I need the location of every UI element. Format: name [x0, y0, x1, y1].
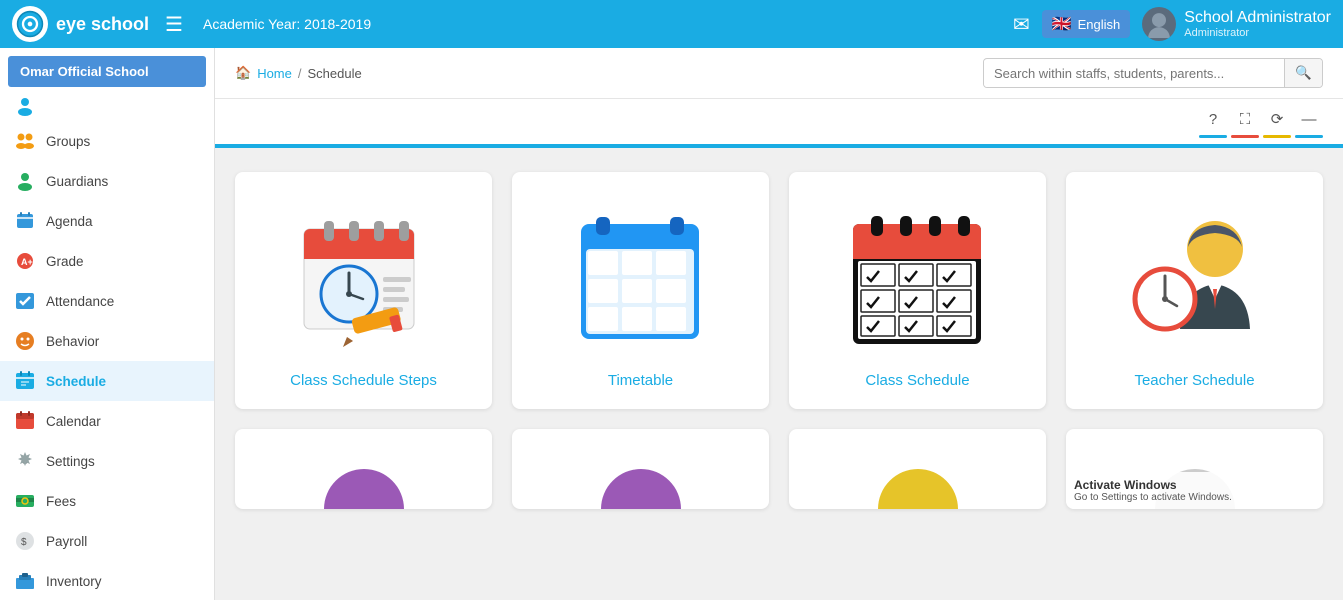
mail-icon[interactable]: ✉ [1013, 12, 1030, 37]
sidebar-label-inventory: Inventory [46, 574, 102, 589]
sidebar-item-payroll[interactable]: $ Payroll [0, 521, 214, 561]
sidebar-item-guardians[interactable]: Guardians [0, 161, 214, 201]
language-label: English [1078, 17, 1121, 32]
agenda-icon [14, 210, 36, 232]
breadcrumb-bar: 🏠 Home / Schedule 🔍 [215, 48, 1343, 99]
guardians-icon [14, 170, 36, 192]
card-class-schedule[interactable]: Class Schedule [789, 172, 1046, 409]
search-box: 🔍 [983, 58, 1323, 88]
home-icon: 🏠 [235, 65, 251, 81]
students-icon [14, 95, 36, 117]
win-activate-subtitle: Go to Settings to activate Windows. [1074, 492, 1315, 503]
brand-name: eye school [56, 14, 149, 35]
sidebar-item-students[interactable] [0, 91, 214, 121]
user-menu[interactable]: School Administrator Administrator [1142, 7, 1331, 41]
card-label-schedule-steps: Class Schedule Steps [290, 372, 437, 389]
card-partial-1[interactable] [235, 429, 492, 509]
school-name: Omar Official School [8, 56, 206, 87]
behavior-icon [14, 330, 36, 352]
user-name: School Administrator [1184, 9, 1331, 27]
search-button[interactable]: 🔍 [1284, 59, 1322, 87]
sidebar-label-behavior: Behavior [46, 334, 99, 349]
settings-icon [14, 450, 36, 472]
sidebar-item-settings[interactable]: Settings [0, 441, 214, 481]
sidebar-item-attendance[interactable]: Attendance [0, 281, 214, 321]
search-input[interactable] [984, 60, 1284, 87]
logo-circle [12, 6, 48, 42]
underline-yellow [1263, 135, 1291, 138]
win-activate-title: Activate Windows [1074, 478, 1315, 492]
card-timetable[interactable]: Timetable [512, 172, 769, 409]
teacher-schedule-icon [1120, 196, 1270, 356]
sidebar-item-schedule[interactable]: Schedule [0, 361, 214, 401]
refresh-icon[interactable]: ⟳ [1263, 105, 1291, 133]
academic-year: Academic Year: 2018-2019 [203, 16, 371, 32]
card-partial-2[interactable] [512, 429, 769, 509]
app-logo[interactable]: eye school [12, 6, 149, 42]
card-label-timetable: Timetable [608, 372, 673, 389]
sidebar-label-groups: Groups [46, 134, 90, 149]
sidebar-label-grade: Grade [46, 254, 84, 269]
payroll-icon: $ [14, 530, 36, 552]
user-info: School Administrator Administrator [1184, 9, 1331, 39]
card-label-class-schedule: Class Schedule [865, 372, 969, 389]
expand-icon[interactable]: ⛶ [1231, 105, 1259, 133]
class-schedule-icon [843, 196, 993, 356]
card-label-teacher-schedule: Teacher Schedule [1134, 372, 1254, 389]
card-partial-4[interactable]: Activate Windows Go to Settings to activ… [1066, 429, 1323, 509]
avatar [1142, 7, 1176, 41]
timetable-icon [566, 196, 716, 356]
minimize-icon[interactable]: — [1295, 105, 1323, 133]
inventory-icon [14, 570, 36, 592]
breadcrumb: 🏠 Home / Schedule [235, 65, 362, 81]
sidebar-item-behavior[interactable]: Behavior [0, 321, 214, 361]
main-content: 🏠 Home / Schedule 🔍 ? ⛶ ⟳ — [215, 48, 1343, 600]
sidebar: Omar Official School Groups [0, 48, 215, 600]
flag-icon: 🇬🇧 [1052, 14, 1072, 34]
sidebar-label-attendance: Attendance [46, 294, 114, 309]
sidebar-item-calendar[interactable]: Calendar [0, 401, 214, 441]
sidebar-label-schedule: Schedule [46, 374, 106, 389]
card-teacher-schedule[interactable]: Teacher Schedule [1066, 172, 1323, 409]
help-icon[interactable]: ? [1199, 105, 1227, 133]
underline-red [1231, 135, 1259, 138]
card-grid: Class Schedule Steps [215, 152, 1343, 429]
underline-blue2 [1295, 135, 1323, 138]
toolbar: ? ⛶ ⟳ — [215, 99, 1343, 135]
sidebar-item-groups[interactable]: Groups [0, 121, 214, 161]
sidebar-label-calendar: Calendar [46, 414, 101, 429]
sidebar-item-inventory[interactable]: Inventory [0, 561, 214, 600]
schedule-steps-icon [289, 196, 439, 356]
breadcrumb-separator: / [298, 66, 302, 81]
sidebar-item-grade[interactable]: A+ Grade [0, 241, 214, 281]
attendance-icon [14, 290, 36, 312]
navbar: eye school ☰ Academic Year: 2018-2019 ✉ … [0, 0, 1343, 48]
breadcrumb-home[interactable]: Home [257, 66, 292, 81]
sidebar-item-fees[interactable]: Fees [0, 481, 214, 521]
grade-icon: A+ [14, 250, 36, 272]
fees-icon [14, 490, 36, 512]
sidebar-label-settings: Settings [46, 454, 95, 469]
sidebar-label-agenda: Agenda [46, 214, 93, 229]
menu-icon[interactable]: ☰ [165, 12, 183, 37]
sidebar-item-agenda[interactable]: Agenda [0, 201, 214, 241]
sidebar-label-guardians: Guardians [46, 174, 108, 189]
card-partial-3[interactable] [789, 429, 1046, 509]
svg-text:A+: A+ [21, 257, 33, 267]
svg-text:$: $ [21, 537, 27, 548]
card-class-schedule-steps[interactable]: Class Schedule Steps [235, 172, 492, 409]
underline-blue [1199, 135, 1227, 138]
breadcrumb-current: Schedule [308, 66, 362, 81]
language-selector[interactable]: 🇬🇧 English [1042, 10, 1131, 38]
sidebar-label-payroll: Payroll [46, 534, 87, 549]
groups-icon [14, 130, 36, 152]
progress-bar [215, 144, 1343, 148]
schedule-icon [14, 370, 36, 392]
sidebar-label-fees: Fees [46, 494, 76, 509]
calendar-icon [14, 410, 36, 432]
card-grid-bottom: Activate Windows Go to Settings to activ… [215, 429, 1343, 529]
user-role: Administrator [1184, 27, 1331, 39]
